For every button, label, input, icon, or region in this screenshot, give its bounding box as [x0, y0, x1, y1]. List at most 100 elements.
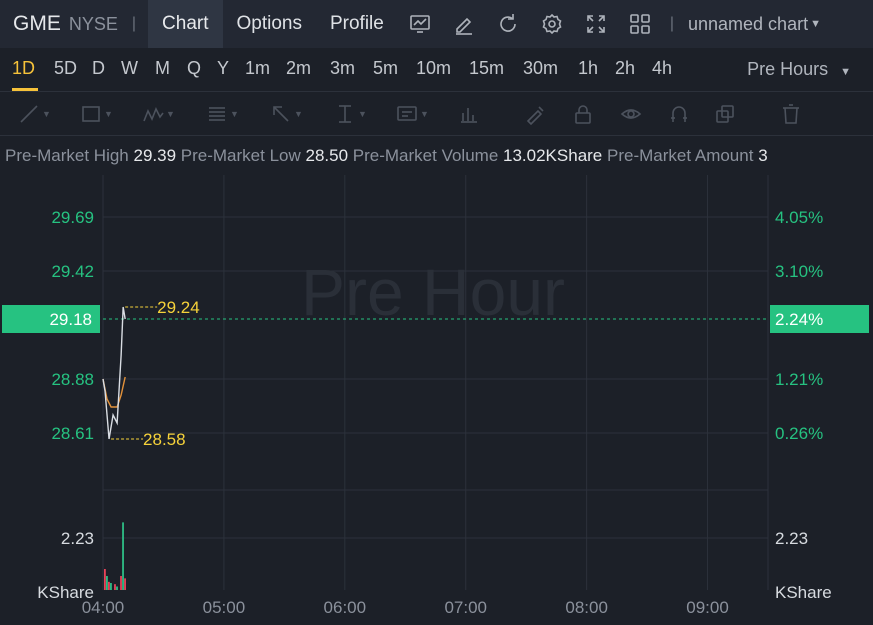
- volume-bar: [124, 578, 126, 590]
- drawing-toolbar: ▼ ▼ ▼ ▼ ▼ ▼ ▼: [0, 92, 873, 136]
- brush-icon[interactable]: [524, 102, 558, 126]
- volume-bar: [104, 569, 106, 590]
- timeframe-q[interactable]: Q: [187, 58, 201, 79]
- timeframe-w[interactable]: W: [121, 58, 138, 79]
- clone-icon[interactable]: [714, 102, 748, 126]
- volume-bar: [116, 586, 118, 590]
- indicator-icon[interactable]: [407, 11, 433, 37]
- premarket-high-value: 29.39: [133, 146, 177, 165]
- refresh-icon[interactable]: [495, 11, 521, 37]
- ticker-symbol[interactable]: GME: [13, 12, 61, 36]
- volume-bar: [114, 584, 116, 590]
- volume-unit-label-right: KShare: [775, 583, 832, 602]
- pattern-icon[interactable]: ▼: [142, 102, 176, 126]
- premarket-amount-label: Pre-Market Amount: [607, 146, 754, 165]
- premarket-volume-value: 13.02KShare: [503, 146, 603, 165]
- volume-bar: [120, 576, 122, 590]
- chart-bars-icon[interactable]: [458, 102, 492, 126]
- volume-layer: [104, 522, 126, 590]
- draw-edit-icon[interactable]: [451, 11, 477, 37]
- timeframe-1h[interactable]: 1h: [578, 58, 598, 79]
- price-tick-label: 29.69: [51, 208, 94, 227]
- volume-bar: [106, 576, 108, 590]
- chart-canvas[interactable]: Pre Hour 29.69 4.05% 29.42 3.10% 28.88 1.21% 2…: [0, 175, 873, 625]
- rectangle-icon[interactable]: ▼: [80, 102, 114, 126]
- premarket-high-label: Pre-Market High: [5, 146, 129, 165]
- time-tick-label: 05:00: [203, 598, 246, 617]
- volume-bar: [122, 522, 124, 590]
- percent-tick-label: 3.10%: [775, 262, 823, 281]
- volume-bar: [108, 581, 110, 590]
- timeframe-2h[interactable]: 2h: [615, 58, 635, 79]
- arrow-icon[interactable]: ▼: [270, 102, 304, 126]
- premarket-volume-label: Pre-Market Volume: [352, 146, 499, 165]
- line-layer: [102, 306, 126, 440]
- premarket-low-value: 28.50: [305, 146, 349, 165]
- fullscreen-icon[interactable]: [583, 11, 609, 37]
- measure-icon[interactable]: ▼: [334, 102, 368, 126]
- volume-bar: [110, 583, 112, 590]
- header-separator-2: |: [669, 15, 674, 32]
- session-select[interactable]: Pre Hours ▼: [747, 59, 851, 80]
- time-tick-label: 06:00: [324, 598, 367, 617]
- grid-layer: [102, 175, 769, 590]
- lock-icon[interactable]: [572, 102, 606, 126]
- timeframe-2m[interactable]: 2m: [286, 58, 311, 79]
- low-marker-label: 28.58: [143, 430, 186, 449]
- price-tick-label: 29.42: [51, 262, 94, 281]
- premarket-amount-value: 3: [758, 146, 768, 165]
- volume-tick-label: 2.23: [61, 529, 94, 548]
- active-timeframe-indicator: [12, 88, 38, 91]
- percent-tick-label: 4.05%: [775, 208, 823, 227]
- trash-icon[interactable]: [780, 102, 814, 126]
- high-marker-label: 29.24: [157, 298, 200, 317]
- premarket-info-line: Pre-Market High 29.39 Pre-Market Low 28.…: [5, 146, 873, 166]
- layout-grid-icon[interactable]: [627, 11, 653, 37]
- price-tick-label: 28.88: [51, 370, 94, 389]
- timeframe-15m[interactable]: 15m: [469, 58, 504, 79]
- tab-chart[interactable]: Chart: [148, 0, 223, 48]
- header-separator: |: [131, 15, 137, 32]
- percent-tick-label: 0.26%: [775, 424, 823, 443]
- timeframe-1d[interactable]: 1D: [12, 58, 35, 79]
- timeframe-30m[interactable]: 30m: [523, 58, 558, 79]
- timeframe-10m[interactable]: 10m: [416, 58, 451, 79]
- timeframe-m[interactable]: M: [155, 58, 170, 79]
- timeframe-bar: 1D 5D D W M Q Y 1m 2m 3m 5m 10m 15m 30m …: [0, 48, 873, 92]
- timeframe-y[interactable]: Y: [217, 58, 229, 79]
- current-price-text: 29.18: [49, 310, 92, 329]
- price-line: [102, 306, 126, 440]
- timeframe-5m[interactable]: 5m: [373, 58, 398, 79]
- marker-layer: 29.24 28.58: [111, 298, 200, 449]
- timeframe-5d[interactable]: 5D: [54, 58, 77, 79]
- tab-options[interactable]: Options: [223, 0, 316, 48]
- chart-name-select[interactable]: unnamed chart: [688, 14, 808, 35]
- timeframe-3m[interactable]: 3m: [330, 58, 355, 79]
- magnet-icon[interactable]: [668, 102, 702, 126]
- volume-tick-label-right: 2.23: [775, 529, 808, 548]
- trend-line-icon[interactable]: ▼: [18, 102, 52, 126]
- current-percent-text: 2.24%: [775, 310, 823, 329]
- top-header: GME NYSE | Chart Options Profile | unnam…: [0, 0, 873, 48]
- time-tick-label: 07:00: [444, 598, 487, 617]
- watermark-text: Pre Hour: [301, 255, 565, 329]
- time-tick-label: 08:00: [565, 598, 608, 617]
- intraday-chart[interactable]: Pre Hour 29.69 4.05% 29.42 3.10% 28.88 1.21% 2…: [0, 175, 873, 625]
- eye-icon[interactable]: [620, 102, 654, 126]
- time-tick-label: 04:00: [82, 598, 125, 617]
- chevron-down-icon[interactable]: ▼: [810, 18, 821, 30]
- exchange-label: NYSE: [68, 13, 118, 34]
- session-select-label: Pre Hours: [747, 59, 829, 79]
- fib-icon[interactable]: ▼: [206, 102, 240, 126]
- price-tick-label: 28.61: [51, 424, 94, 443]
- tab-profile[interactable]: Profile: [316, 0, 398, 48]
- timeframe-d[interactable]: D: [92, 58, 105, 79]
- timeframe-4h[interactable]: 4h: [652, 58, 672, 79]
- percent-tick-label: 1.21%: [775, 370, 823, 389]
- time-tick-label: 09:00: [686, 598, 729, 617]
- settings-icon[interactable]: [539, 11, 565, 37]
- session-chevron-icon: ▼: [840, 66, 851, 78]
- timeframe-1m[interactable]: 1m: [245, 58, 270, 79]
- premarket-low-label: Pre-Market Low: [180, 146, 301, 165]
- text-note-icon[interactable]: ▼: [396, 102, 430, 126]
